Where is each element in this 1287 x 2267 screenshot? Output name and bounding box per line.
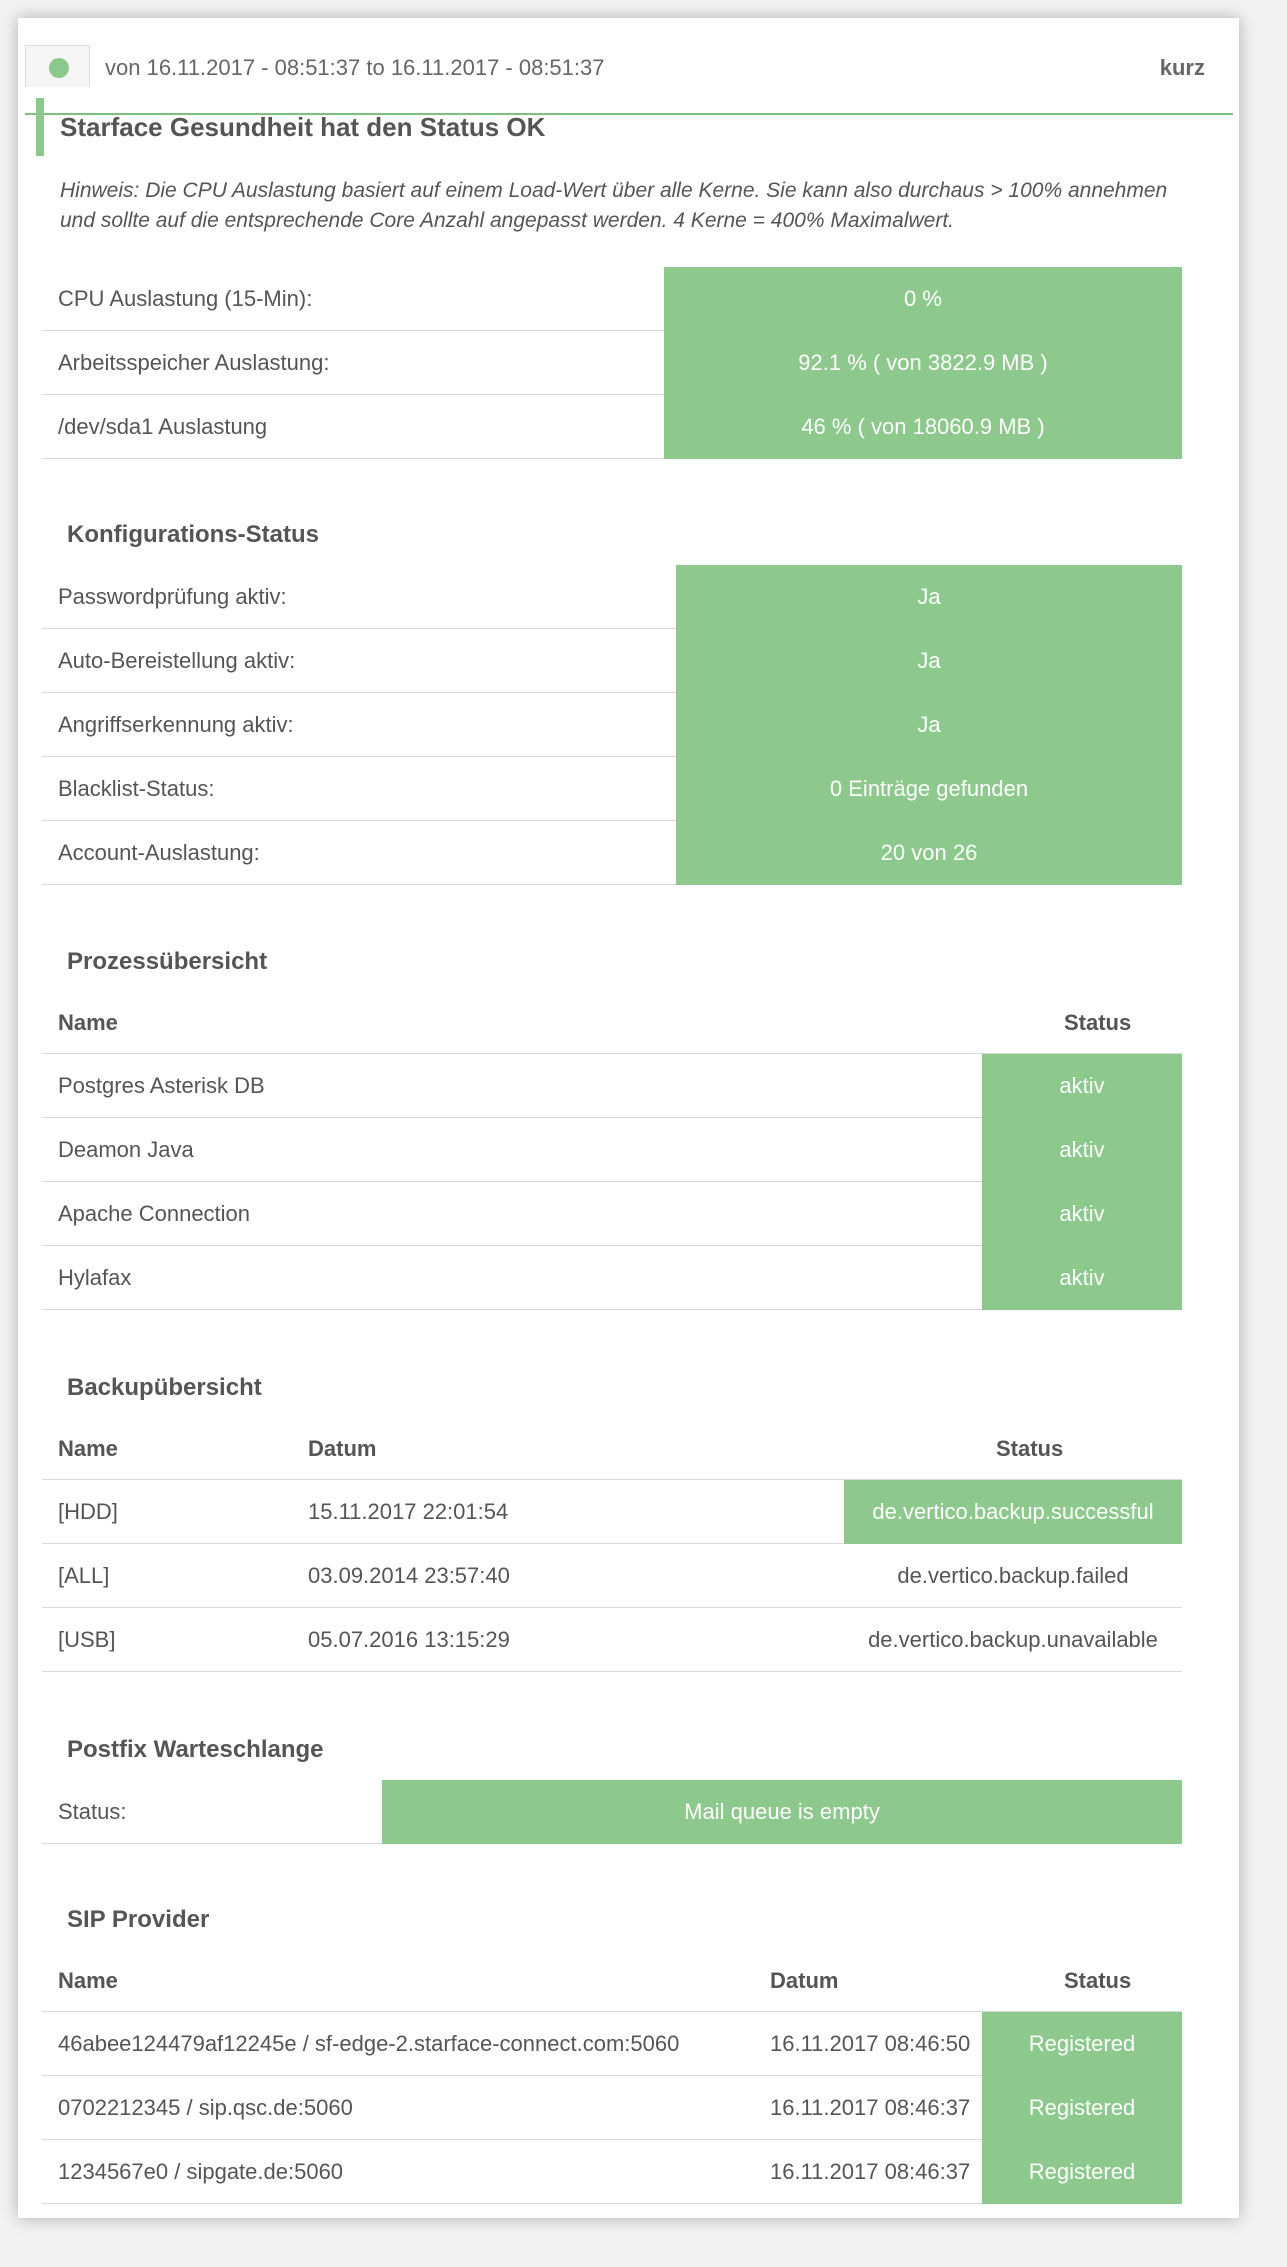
status-badge: Registered [982,2140,1182,2204]
status-text: de.vertico.backup.failed [897,1563,1129,1588]
row-value: 20 von 26 [676,821,1182,885]
status-text: de.vertico.backup.unavailable [868,1627,1158,1652]
status-dot-icon [49,58,69,78]
row-label: Status: [58,1799,127,1824]
process-name: Postgres Asterisk DB [58,1073,265,1098]
sip-name: 0702212345 / sip.qsc.de:5060 [58,2095,353,2120]
process-table: Name Status Postgres Asterisk DB aktiv D… [42,992,1182,1310]
col-name: Name [58,1010,118,1035]
health-status-title: Starface Gesundheit hat den Status OK [36,98,1176,156]
sip-table: Name Datum Status 46abee124479af12245e /… [42,1950,1182,2204]
table-header: Name Datum Status [42,1950,1182,2012]
row-value: 46 % ( von 18060.9 MB ) [664,395,1182,459]
config-table: Passwordprüfung aktiv: Ja Auto-Bereistel… [42,565,1182,885]
config-row: Passwordprüfung aktiv: Ja [42,565,1182,629]
config-row: Angriffserkennung aktiv: Ja [42,693,1182,757]
postfix-section-title: Postfix Warteschlange [67,1736,324,1763]
row-value: 0 Einträge gefunden [676,757,1182,821]
process-row: Apache Connection aktiv [42,1182,1182,1246]
status-badge: aktiv [982,1182,1182,1246]
row-label: Angriffserkennung aktiv: [58,712,294,737]
status-badge: aktiv [982,1118,1182,1182]
postfix-table: Status: Mail queue is empty [42,1780,1182,1844]
row-label: Arbeitsspeicher Auslastung: [58,350,330,375]
process-name: Hylafax [58,1265,132,1290]
sip-date: 16.11.2017 08:46:37 [770,2095,971,2120]
status-badge: aktiv [982,1054,1182,1118]
process-row: Postgres Asterisk DB aktiv [42,1054,1182,1118]
backup-section-title: Backupübersicht [67,1374,262,1401]
row-value: Mail queue is empty [382,1780,1182,1844]
sip-name: 46abee124479af12245e / sf-edge-2.starfac… [58,2031,680,2056]
row-label: Auto-Bereistellung aktiv: [58,648,296,673]
row-label: Passwordprüfung aktiv: [58,584,287,609]
col-status: Status [1064,1968,1132,1993]
sip-row: 46abee124479af12245e / sf-edge-2.starfac… [42,2012,1182,2076]
sip-name: 1234567e0 / sipgate.de:5060 [58,2159,344,2184]
status-badge: aktiv [982,1246,1182,1310]
row-label: Account-Auslastung: [58,840,260,865]
backup-date: 05.07.2016 13:15:29 [308,1627,510,1652]
backup-name: [USB] [58,1627,116,1652]
health-row-disk: /dev/sda1 Auslastung 46 % ( von 18060.9 … [42,395,1182,459]
config-row: Auto-Bereistellung aktiv: Ja [42,629,1182,693]
backup-row: [HDD] 15.11.2017 22:01:54 de.vertico.bac… [42,1480,1182,1544]
backup-date: 03.09.2014 23:57:40 [308,1563,510,1588]
backup-table: Name Datum Status [HDD] 15.11.2017 22:01… [42,1418,1182,1672]
col-name: Name [58,1968,118,1993]
row-value: Ja [676,629,1182,693]
row-value: Ja [676,693,1182,757]
backup-row: [ALL] 03.09.2014 23:57:40 de.vertico.bac… [42,1544,1182,1608]
config-row: Account-Auslastung: 20 von 26 [42,821,1182,885]
config-section-title: Konfigurations-Status [67,521,319,548]
backup-date: 15.11.2017 22:01:54 [308,1499,509,1524]
health-row-memory: Arbeitsspeicher Auslastung: 92.1 % ( von… [42,331,1182,395]
table-header: Name Datum Status [42,1418,1182,1480]
col-status: Status [996,1436,1064,1461]
row-value: 0 % [664,267,1182,331]
process-row: Hylafax aktiv [42,1246,1182,1310]
sip-section-title: SIP Provider [67,1906,210,1933]
sip-row: 0702212345 / sip.qsc.de:5060 16.11.2017 … [42,2076,1182,2140]
process-name: Deamon Java [58,1137,194,1162]
status-badge: Registered [982,2012,1182,2076]
time-range: von 16.11.2017 - 08:51:37 to 16.11.2017 … [105,55,605,80]
sip-date: 16.11.2017 08:46:37 [770,2159,971,2184]
row-label: /dev/sda1 Auslastung [58,414,268,439]
process-name: Apache Connection [58,1201,251,1226]
backup-name: [ALL] [58,1563,110,1588]
row-value: Ja [676,565,1182,629]
postfix-row: Status: Mail queue is empty [42,1780,1182,1844]
col-status: Status [1064,1010,1132,1035]
status-toggle[interactable] [25,45,90,87]
config-row: Blacklist-Status: 0 Einträge gefunden [42,757,1182,821]
backup-row: [USB] 05.07.2016 13:15:29 de.vertico.bac… [42,1608,1182,1672]
col-name: Name [58,1436,118,1461]
sip-row: 1234567e0 / sipgate.de:5060 16.11.2017 0… [42,2140,1182,2204]
col-date: Datum [308,1436,377,1461]
row-label: Blacklist-Status: [58,776,215,801]
process-section-title: Prozessübersicht [67,948,268,975]
col-date: Datum [770,1968,839,1993]
sip-date: 16.11.2017 08:46:50 [770,2031,971,2056]
health-row-cpu: CPU Auslastung (15-Min): 0 % [42,267,1182,331]
health-table: CPU Auslastung (15-Min): 0 % Arbeitsspei… [42,267,1182,459]
table-header: Name Status [42,992,1182,1054]
backup-name: [HDD] [58,1499,118,1524]
process-row: Deamon Java aktiv [42,1118,1182,1182]
row-value: 92.1 % ( von 3822.9 MB ) [664,331,1182,395]
status-badge: Registered [982,2076,1182,2140]
view-mode-link[interactable]: kurz [1160,55,1205,81]
row-label: CPU Auslastung (15-Min): [58,286,313,311]
cpu-hint: Hinweis: Die CPU Auslastung basiert auf … [60,179,1168,232]
status-badge: de.vertico.backup.successful [844,1480,1182,1544]
